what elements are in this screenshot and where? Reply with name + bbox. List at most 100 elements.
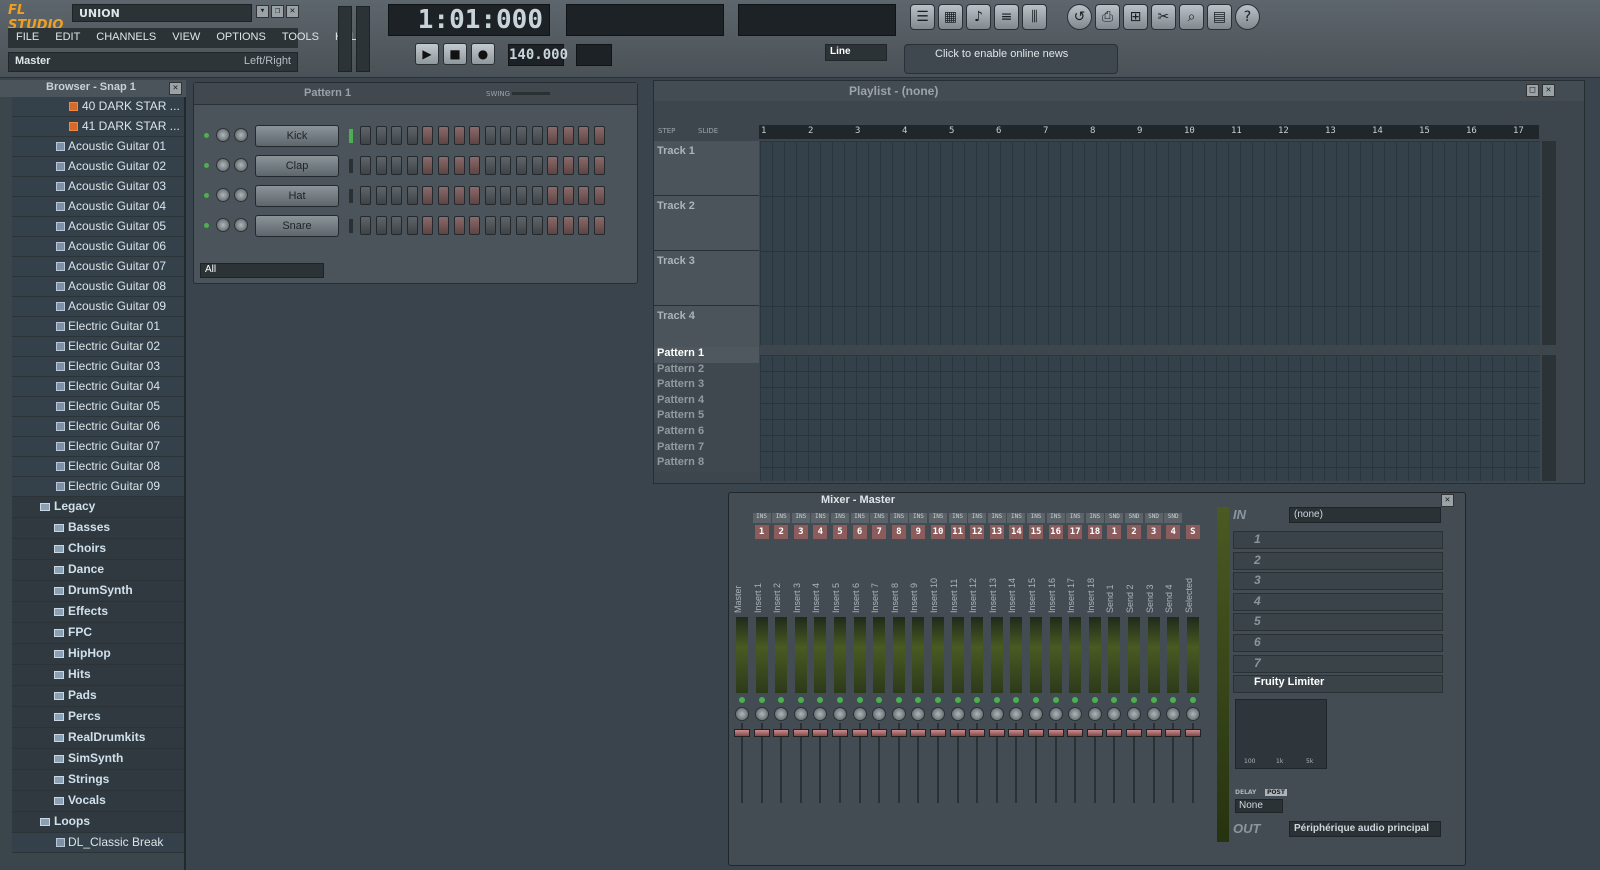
channel-filter-select[interactable]: All — [200, 263, 324, 278]
browser-item[interactable]: Loops — [12, 812, 184, 833]
step-button[interactable] — [406, 186, 418, 205]
step-button[interactable] — [406, 126, 418, 145]
strip-pan-knob[interactable] — [1166, 707, 1181, 721]
channel-enable-led[interactable] — [204, 223, 209, 228]
strip-pan-knob[interactable] — [911, 707, 926, 721]
mixer-strip[interactable]: INS 6 Insert 6 — [850, 511, 869, 865]
channel-volume-knob[interactable] — [234, 218, 248, 232]
step-button[interactable] — [578, 126, 590, 145]
mixer-strip[interactable]: SND 1 Send 1 — [1105, 511, 1124, 865]
menu-channels[interactable]: CHANNELS — [88, 28, 164, 48]
mixer-strip[interactable]: INS 12 Insert 12 — [968, 511, 987, 865]
mixer-strip[interactable]: SND 3 Send 3 — [1144, 511, 1163, 865]
step-button[interactable] — [484, 216, 496, 235]
strip-volume-fader[interactable] — [890, 729, 907, 737]
mixer-strip[interactable]: INS 3 Insert 3 — [791, 511, 810, 865]
step-button[interactable] — [453, 126, 465, 145]
play-button[interactable]: ▶ — [415, 43, 439, 65]
strip-enable-led[interactable] — [1150, 697, 1157, 703]
channel-button[interactable]: Hat — [255, 185, 339, 207]
step-button[interactable] — [516, 186, 527, 205]
browser-icon[interactable]: ≡ — [994, 4, 1019, 30]
pattern-scrollbar[interactable] — [1542, 355, 1556, 481]
mixer-strip[interactable]: INS 8 Insert 8 — [889, 511, 908, 865]
menu-icon[interactable]: ▾ — [256, 5, 269, 18]
strip-pan-knob[interactable] — [833, 707, 847, 721]
channel-select-led[interactable] — [349, 129, 353, 143]
step-button[interactable] — [594, 156, 605, 175]
browser-item[interactable]: Acoustic Guitar 09 — [12, 297, 184, 317]
step-button[interactable] — [391, 126, 403, 145]
mixer-strip[interactable]: INS 5 Insert 5 — [831, 511, 849, 865]
strip-volume-fader[interactable] — [1145, 729, 1162, 737]
channel-select-led[interactable] — [349, 219, 353, 233]
mixer-strip[interactable]: SND 4 Send 4 — [1164, 511, 1183, 865]
browser-item[interactable]: Electric Guitar 03 — [12, 357, 184, 377]
step-button[interactable] — [547, 216, 559, 235]
track-header[interactable]: Track 3 — [654, 251, 759, 306]
strip-pan-knob[interactable] — [1185, 707, 1200, 721]
step-button[interactable] — [360, 156, 371, 175]
output-select[interactable]: Périphérique audio principal — [1289, 821, 1441, 837]
browser-item[interactable]: Acoustic Guitar 05 — [12, 217, 184, 237]
strip-volume-fader[interactable] — [734, 729, 750, 737]
strip-volume-fader[interactable] — [1086, 729, 1103, 737]
step-button[interactable] — [547, 186, 559, 205]
strip-pan-knob[interactable] — [754, 707, 769, 721]
step-button[interactable] — [375, 216, 387, 235]
strip-enable-led[interactable] — [1170, 697, 1177, 703]
step-button[interactable] — [516, 156, 527, 175]
fx-slot[interactable]: 6 — [1233, 634, 1443, 652]
mixer-strip[interactable]: INS 4 Insert 4 — [811, 511, 830, 865]
fx-slot[interactable]: 2 — [1233, 551, 1443, 570]
step-sequencer-icon[interactable]: ▦ — [938, 4, 963, 30]
strip-volume-fader[interactable] — [988, 729, 1005, 737]
step-button[interactable] — [453, 216, 465, 235]
step-button[interactable] — [547, 156, 559, 175]
strip-pan-knob[interactable] — [1107, 707, 1122, 721]
channel-volume-knob[interactable] — [234, 188, 248, 202]
step-button[interactable] — [469, 126, 481, 145]
step-button[interactable] — [562, 156, 574, 175]
browser-item[interactable]: Legacy — [12, 497, 184, 518]
stop-button[interactable]: ■ — [443, 43, 467, 65]
snap-select[interactable]: Line — [825, 44, 887, 61]
browser-item[interactable]: Strings — [12, 770, 184, 791]
pattern-item[interactable]: Pattern 4 — [654, 393, 759, 410]
master-volume-slider[interactable] — [338, 6, 352, 72]
mixer-icon[interactable]: ⫼ — [1022, 4, 1047, 30]
step-button[interactable] — [531, 126, 543, 145]
step-button[interactable] — [453, 156, 465, 175]
save-icon[interactable]: ⎙ — [1095, 4, 1120, 30]
browser-item[interactable]: Acoustic Guitar 08 — [12, 277, 184, 297]
strip-volume-fader[interactable] — [832, 729, 848, 737]
step-button[interactable] — [500, 126, 512, 145]
browser-item[interactable]: FPC — [12, 623, 184, 644]
mixer-strip[interactable]: Master — [733, 511, 751, 865]
channel-select-led[interactable] — [349, 159, 353, 173]
channel-pan-knob[interactable] — [216, 188, 230, 202]
fx-slot[interactable]: 4 — [1233, 592, 1443, 611]
strip-pan-knob[interactable] — [1029, 707, 1043, 721]
step-button[interactable] — [438, 186, 449, 205]
browser-item[interactable]: Vocals — [12, 791, 184, 812]
piano-roll-icon[interactable]: ♪ — [966, 4, 991, 30]
browser-item[interactable]: Hits — [12, 665, 184, 686]
strip-pan-knob[interactable] — [872, 707, 887, 721]
post-toggle[interactable]: POST — [1265, 789, 1287, 796]
strip-enable-led[interactable] — [1131, 697, 1137, 703]
record-button[interactable]: ● — [471, 43, 495, 65]
strip-enable-led[interactable] — [797, 697, 804, 703]
channel-enable-led[interactable] — [204, 133, 209, 138]
strip-volume-fader[interactable] — [753, 729, 770, 737]
step-button[interactable] — [562, 126, 574, 145]
delay-select[interactable]: None — [1235, 799, 1283, 813]
input-select[interactable]: (none) — [1289, 507, 1441, 523]
pattern-item[interactable]: Pattern 5 — [654, 409, 759, 426]
strip-enable-led[interactable] — [974, 697, 981, 703]
step-button[interactable] — [422, 186, 434, 205]
pattern-item[interactable]: Pattern 1 — [654, 347, 759, 363]
strip-enable-led[interactable] — [739, 697, 745, 703]
strip-volume-fader[interactable] — [1028, 729, 1044, 737]
playlist-scrollbar[interactable] — [1542, 141, 1556, 345]
